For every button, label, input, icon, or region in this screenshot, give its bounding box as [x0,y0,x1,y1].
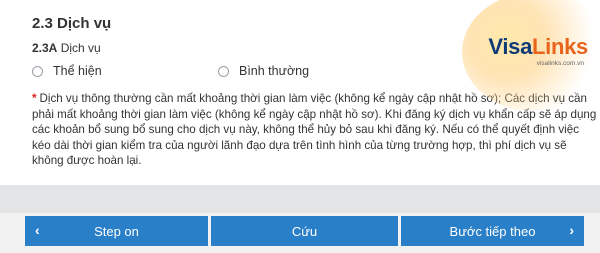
next-step-button[interactable]: Bước tiếp theo › [401,216,584,246]
option-normal-label: Bình thường [239,64,310,78]
option-normal[interactable]: Bình thường [218,64,309,78]
option-express[interactable]: Thể hiện [32,64,102,78]
radio-express[interactable] [32,65,43,77]
logo-brand-links: Links [532,34,588,59]
next-step-label: Bước tiếp theo [449,223,536,239]
radio-normal[interactable] [218,65,229,77]
chevron-right-icon: › [569,222,574,239]
previous-step-button[interactable]: ‹ Step on [25,216,208,246]
subsection-code: 2.3A [32,41,58,55]
visalinks-logo: VisaLinks visalinks.com.vn [462,0,600,110]
logo-url: visalinks.com.vn [536,60,584,67]
required-asterisk: * [32,92,37,105]
logo-brand: VisaLinks [488,34,588,60]
previous-step-label: Step on [94,223,139,239]
subsection-title: 2.3A Dịch vụ [32,41,101,55]
subsection-label: Dịch vụ [60,41,101,55]
section-title: 2.3 Dịch vụ [32,15,112,32]
save-button[interactable]: Cứu [211,216,398,246]
logo-brand-visa: Visa [488,34,533,59]
chevron-left-icon: ‹ [35,222,40,239]
save-label: Cứu [291,223,318,239]
section-divider [0,185,600,213]
option-express-label: Thể hiện [53,64,102,78]
